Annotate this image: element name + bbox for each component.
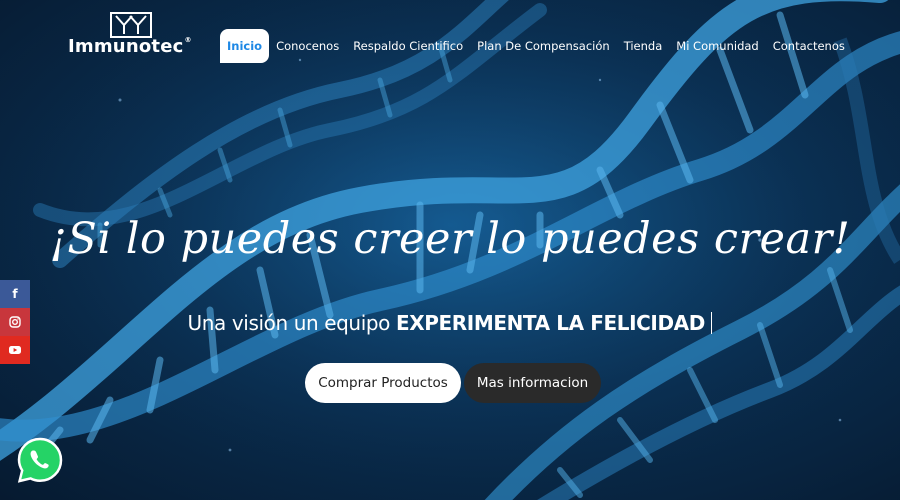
whatsapp-button[interactable] (16, 436, 64, 484)
nav-item-conocenos[interactable]: Conocenos (269, 29, 346, 63)
brand-name-text: Immunotec (68, 36, 184, 57)
instagram-icon (9, 316, 21, 328)
main-nav: Inicio Conocenos Respaldo Cientifico Pla… (220, 29, 852, 63)
youtube-link[interactable] (0, 336, 30, 364)
typing-caret (710, 312, 713, 334)
hero-tagline: ¡Si lo puedes creer lo puedes crear! (49, 214, 851, 264)
mas-informacion-button[interactable]: Mas informacion (464, 363, 601, 403)
immunotec-logo-icon (110, 12, 152, 38)
facebook-icon: f (12, 287, 18, 301)
hero-subline: Una visión un equipo EXPERIMENTA LA FELI… (0, 311, 900, 335)
subline-bold-text: EXPERIMENTA LA FELICIDAD (395, 311, 705, 335)
youtube-icon (9, 346, 21, 354)
social-sidebar: f (0, 280, 30, 364)
nav-item-plan-de-compensacion[interactable]: Plan De Compensación (470, 29, 617, 63)
whatsapp-icon (17, 437, 63, 483)
nav-item-respaldo-cientifico[interactable]: Respaldo Cientifico (346, 29, 470, 63)
registered-mark: ® (184, 36, 192, 44)
brand-logo[interactable]: Immunotec® (68, 12, 198, 60)
nav-item-tienda[interactable]: Tienda (617, 29, 670, 63)
nav-item-contactenos[interactable]: Contactenos (766, 29, 852, 63)
facebook-link[interactable]: f (0, 280, 30, 308)
instagram-link[interactable] (0, 308, 30, 336)
comprar-productos-button[interactable]: Comprar Productos (305, 363, 461, 403)
hero-page: Immunotec® Inicio Conocenos Respaldo Cie… (0, 0, 900, 500)
nav-item-inicio[interactable]: Inicio (220, 29, 270, 63)
brand-name: Immunotec® (68, 36, 192, 57)
nav-item-mi-comunidad[interactable]: Mi Comunidad (669, 29, 765, 63)
subline-regular-text: Una visión un equipo (187, 311, 391, 335)
